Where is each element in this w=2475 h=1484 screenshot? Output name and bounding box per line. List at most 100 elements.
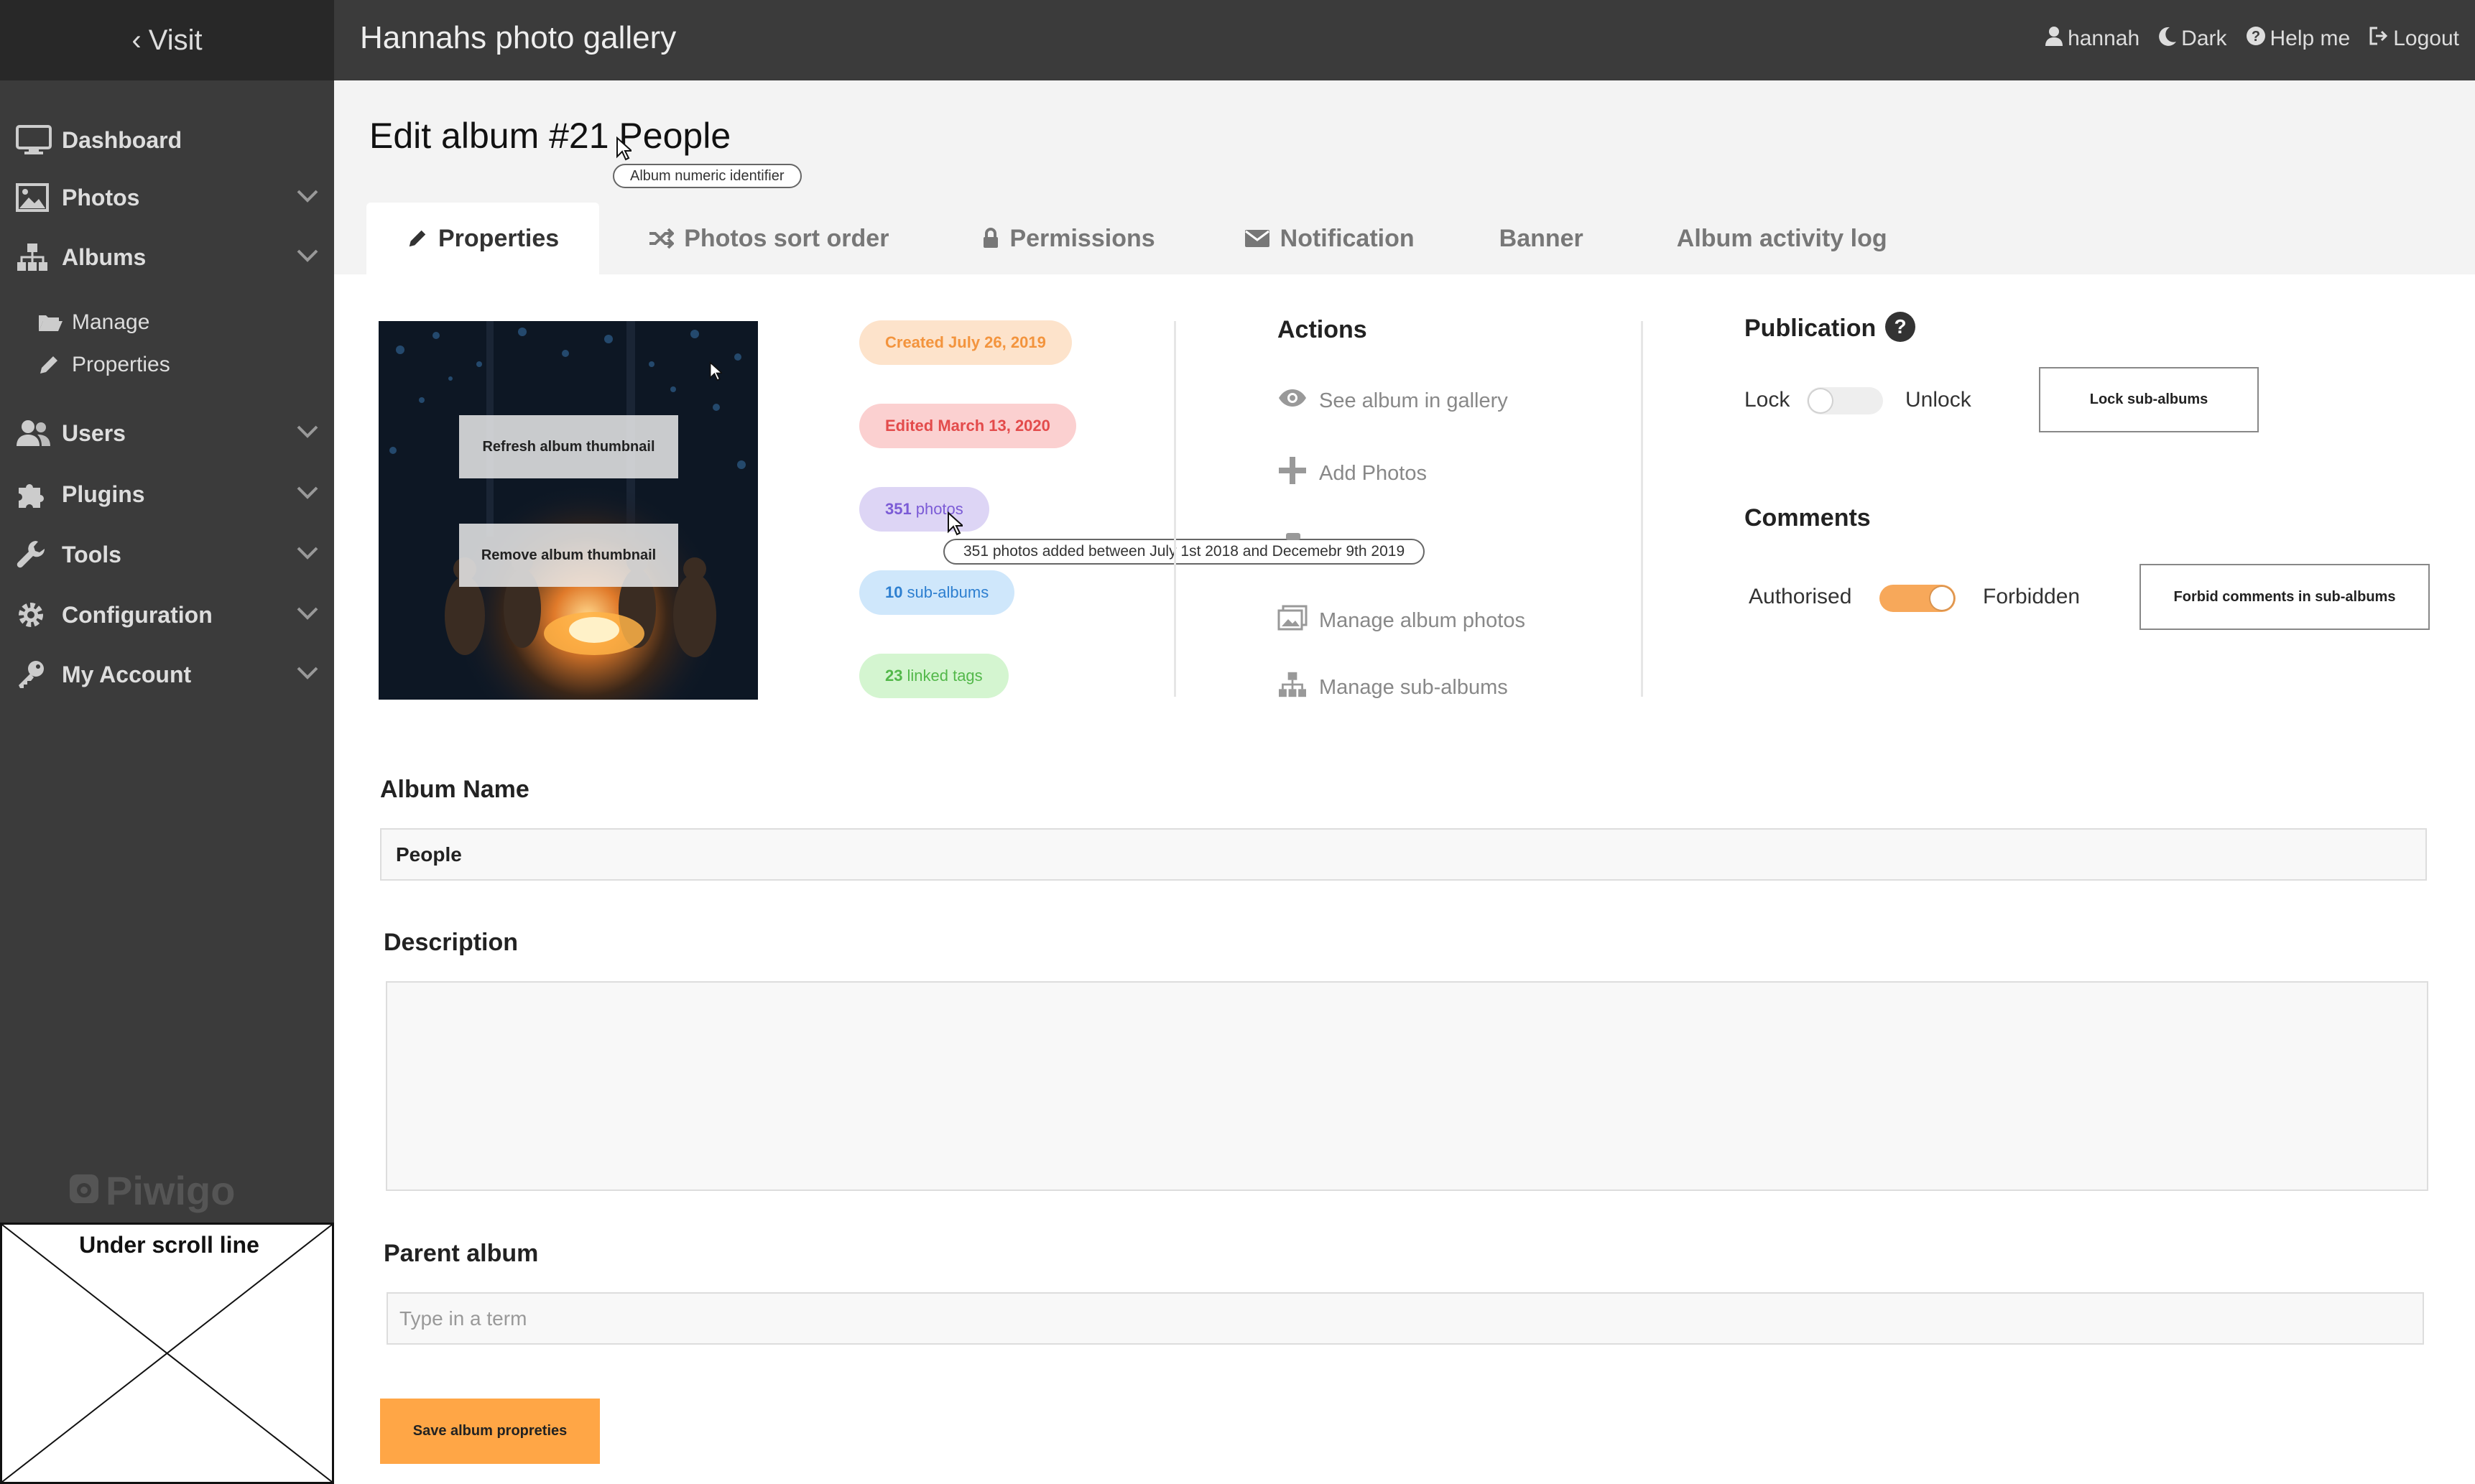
chevron-down-icon xyxy=(296,660,319,687)
sidebar-item-tools[interactable]: Tools xyxy=(16,533,325,576)
user-menu[interactable]: hannah xyxy=(2045,26,2139,52)
subalbums-label: sub-albums xyxy=(907,583,989,601)
album-thumbnail: Refresh album thumbnail Remove album thu… xyxy=(379,321,758,700)
chevron-down-icon xyxy=(296,480,319,506)
refresh-thumbnail-button[interactable]: Refresh album thumbnail xyxy=(459,415,678,478)
toggle-knob xyxy=(1809,389,1832,412)
tags-count-badge[interactable]: 23 linked tags xyxy=(859,654,1009,698)
sidebar-item-configuration[interactable]: Configuration xyxy=(16,593,325,636)
chevron-down-icon xyxy=(296,600,319,627)
sidebar-item-label: Plugins xyxy=(62,481,145,507)
dark-label: Dark xyxy=(2181,27,2227,50)
tab-label: Album activity log xyxy=(1676,224,1887,252)
tab-label: Banner xyxy=(1499,224,1583,252)
lock-sub-albums-button[interactable]: Lock sub-albums xyxy=(2039,367,2259,432)
subalbums-count-badge[interactable]: 10 sub-albums xyxy=(859,570,1015,615)
sidebar-item-my-account[interactable]: My Account xyxy=(16,653,325,696)
remove-thumbnail-button[interactable]: Remove album thumbnail xyxy=(459,524,678,587)
plus-icon xyxy=(1277,455,1308,491)
envelope-icon xyxy=(1244,228,1270,249)
tab-permissions[interactable]: Permissions xyxy=(982,203,1155,274)
sidebar-subitem-properties[interactable]: Properties xyxy=(37,347,170,383)
logout-link[interactable]: Logout xyxy=(2369,26,2459,52)
photos-count-badge[interactable]: 351 photos xyxy=(859,487,989,532)
sidebar-item-plugins[interactable]: Plugins xyxy=(16,473,325,516)
visit-label: Visit xyxy=(148,24,203,56)
authorised-label: Authorised xyxy=(1749,585,1852,608)
parent-album-input[interactable] xyxy=(387,1292,2424,1345)
help-label: Help me xyxy=(2270,27,2351,50)
header-actions: hannah Dark ? Help me Logout xyxy=(2045,26,2459,52)
chevron-left-icon: ‹ xyxy=(131,24,142,56)
tab-bar: Properties Photos sort order Permissions… xyxy=(366,203,1887,274)
chevron-down-icon xyxy=(296,183,319,210)
campfire-photo xyxy=(379,321,758,700)
tab-banner[interactable]: Banner xyxy=(1499,203,1583,274)
svg-text:?: ? xyxy=(2251,29,2259,45)
tab-photos-sort-order[interactable]: Photos sort order xyxy=(648,203,889,274)
chevron-down-icon xyxy=(296,243,319,269)
tab-label: Properties xyxy=(438,224,560,252)
comments-title: Comments xyxy=(1744,504,1871,532)
divider xyxy=(1641,321,1643,697)
comments-toggle[interactable] xyxy=(1879,585,1956,612)
sidebar-subitem-manage[interactable]: Manage xyxy=(37,305,149,340)
sidebar-item-users[interactable]: Users xyxy=(16,412,325,455)
pencil-icon xyxy=(37,353,72,376)
page-title: Edit album #21 People xyxy=(369,116,731,156)
gear-icon xyxy=(16,600,62,630)
key-icon xyxy=(16,659,62,690)
photos-count-tooltip: 351 photos added between July 1st 2018 a… xyxy=(943,539,1425,565)
wrench-icon xyxy=(16,539,62,570)
user-icon xyxy=(2045,26,2063,52)
actions-title: Actions xyxy=(1277,316,1367,343)
under-scroll-placeholder: Under scroll line xyxy=(0,1223,334,1484)
monitor-icon xyxy=(16,125,62,155)
logout-icon xyxy=(2369,26,2389,52)
created-text: Created July 26, 2019 xyxy=(885,333,1046,351)
forbid-comments-sub-albums-button[interactable]: Forbid comments in sub-albums xyxy=(2139,564,2430,630)
description-textarea[interactable] xyxy=(386,981,2428,1191)
toggle-knob xyxy=(1930,587,1953,610)
edited-text: Edited March 13, 2020 xyxy=(885,417,1050,435)
sidebar-item-dashboard[interactable]: Dashboard xyxy=(16,119,325,162)
save-album-button[interactable]: Save album propreties xyxy=(380,1399,600,1464)
sidebar-item-photos[interactable]: Photos xyxy=(16,176,325,219)
sidebar-item-label: Dashboard xyxy=(62,126,182,153)
tab-properties[interactable]: Properties xyxy=(366,203,600,274)
photos-count: 351 xyxy=(885,500,912,518)
sidebar-item-label: My Account xyxy=(62,661,192,687)
folder-open-icon xyxy=(37,312,72,333)
chevron-down-icon xyxy=(296,419,319,445)
tab-label: Permissions xyxy=(1009,224,1155,252)
action-label: Manage sub-albums xyxy=(1319,675,1508,699)
see-album-in-gallery-link[interactable]: See album in gallery xyxy=(1277,388,1508,414)
mouse-cursor-icon xyxy=(948,511,963,536)
tab-notification[interactable]: Notification xyxy=(1244,203,1415,274)
lock-label: Lock xyxy=(1744,388,1790,412)
dark-mode-toggle[interactable]: Dark xyxy=(2158,26,2227,52)
add-photos-link[interactable]: Add Photos xyxy=(1277,455,1427,491)
help-icon[interactable]: ? xyxy=(1885,312,1915,342)
tags-count: 23 xyxy=(885,667,903,685)
album-name-input[interactable] xyxy=(380,828,2427,881)
under-scroll-label: Under scroll line xyxy=(79,1232,259,1258)
tab-album-activity-log[interactable]: Album activity log xyxy=(1677,203,1887,274)
sidebar-item-albums[interactable]: Albums xyxy=(16,236,325,279)
visit-link[interactable]: ‹ Visit xyxy=(0,0,334,80)
lock-toggle[interactable] xyxy=(1807,387,1883,414)
help-link[interactable]: ? Help me xyxy=(2246,26,2351,52)
manage-sub-albums-link[interactable]: Manage sub-albums xyxy=(1277,671,1508,704)
sidebar-item-label: Users xyxy=(62,419,126,446)
album-id-tooltip: Album numeric identifier xyxy=(613,164,802,188)
puzzle-icon xyxy=(16,479,62,509)
sitemap-icon xyxy=(1277,671,1308,704)
album-name-label: Album Name xyxy=(380,776,529,803)
sidebar-subitem-label: Properties xyxy=(72,353,170,376)
pencil-icon xyxy=(407,228,428,249)
publication-title: Publication xyxy=(1744,315,1877,342)
manage-album-photos-link[interactable]: Manage album photos xyxy=(1277,605,1525,636)
sidebar-item-label: Albums xyxy=(62,244,147,270)
tags-label: linked tags xyxy=(907,667,983,685)
brand-text: Piwigo xyxy=(106,1168,236,1213)
